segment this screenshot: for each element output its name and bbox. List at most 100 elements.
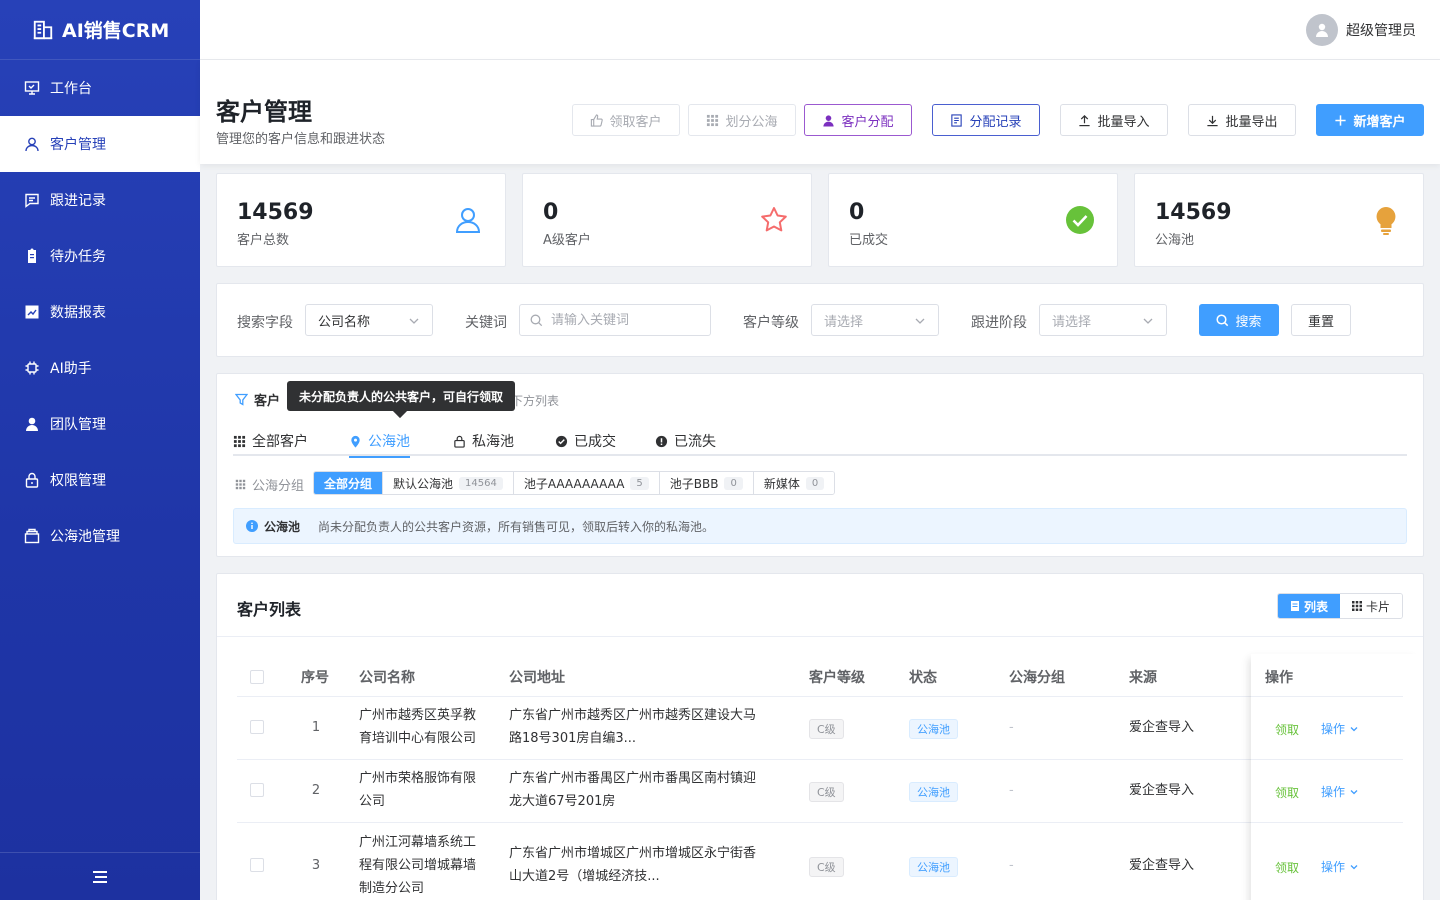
stat-value: 0 [543,200,559,225]
row-divider [237,759,1403,760]
level-tag: C级 [809,857,844,877]
user-menu[interactable]: 超级管理员 [1306,14,1416,46]
lock-icon [24,472,40,488]
row-company[interactable]: 广州市越秀区英孚教 育培训中心有限公司 [359,704,476,750]
sidebar-item-label: 客户管理 [50,137,106,153]
chart-icon [24,304,40,320]
claim-link[interactable]: 领取 [1275,721,1299,738]
row-checkbox[interactable] [250,783,264,797]
group-all[interactable]: 全部分组 [314,472,384,494]
grid-icon [1351,601,1362,611]
column-header-company: 公司名称 [359,670,415,686]
sidebar-item-label: AI助手 [50,361,92,377]
level-select[interactable]: 请选择 [811,304,939,336]
row-index: 3 [311,858,321,873]
group-pool-a[interactable]: 池子AAAAAAAAA 5 [513,472,660,494]
info-icon [246,520,258,532]
row-divider [1251,696,1403,697]
status-tag: 公海池 [909,782,958,802]
sidebar-item-followups[interactable]: 跟进记录 [0,172,200,228]
row-source: 爱企查导入 [1129,720,1195,735]
claim-link[interactable]: 领取 [1275,784,1299,801]
location-pin-icon [351,435,360,448]
level-tag: C级 [809,719,844,739]
tab-closed[interactable]: 已成交 [555,426,616,456]
app-title: AI销售CRM [62,20,170,42]
claim-customer-button[interactable]: 领取客户 [572,104,680,136]
search-field-select[interactable]: 公司名称 [305,304,433,336]
row-checkbox[interactable] [250,858,264,872]
keyword-label: 关键词 [465,315,507,331]
stage-select[interactable]: 请选择 [1039,304,1167,336]
sidebar-collapse-button[interactable] [0,852,200,900]
sidebar-item-label: 工作台 [50,81,92,97]
row-address: 广东省广州市番禺区广州市番禺区南村镇迎 龙大道67号201房 [509,771,757,809]
chevron-down-icon [409,318,419,324]
search-field-label: 搜索字段 [237,315,293,331]
page-title: 客户管理 [216,98,312,126]
row-company[interactable]: 广州江河幕墙系统工 程有限公司增城幕墙 制造分公司 [359,831,476,900]
clipboard-icon [24,248,40,264]
sidebar-item-label: 数据报表 [50,305,106,321]
operations-dropdown[interactable]: 操作 [1321,858,1359,875]
group-count: 0 [724,476,743,490]
tab-public-pool[interactable]: 公海池 [349,426,410,458]
tab-lost[interactable]: 已流失 [655,426,716,456]
stat-card-closed: 0 已成交 [828,173,1118,267]
page-header: 客户管理 管理您的客户信息和跟进状态 领取客户 划分公海 客户分配 分配记录 批… [200,60,1440,164]
tab-private-pool[interactable]: 私海池 [453,426,514,456]
row-divider [237,822,1403,823]
stage-label: 跟进阶段 [971,315,1027,331]
add-customer-button[interactable]: 新增客户 [1316,104,1424,136]
customer-list-panel: 客户列表 列表 卡片 序号 公司名称 公司地址 客户等级 状态 公海分组 来源 … [216,573,1424,900]
status-tag: 公海池 [909,857,958,877]
distribute-customer-button[interactable]: 客户分配 [804,104,912,136]
operations-dropdown[interactable]: 操作 [1321,783,1359,800]
app-logo[interactable]: AI销售CRM [0,0,200,60]
search-icon [1216,313,1229,326]
sidebar-item-pool-management[interactable]: 公海池管理 [0,508,200,564]
group-default[interactable]: 默认公海池 14564 [383,472,514,494]
view-card-button[interactable]: 卡片 [1340,594,1402,618]
sidebar-item-workbench[interactable]: 工作台 [0,60,200,116]
sidebar-item-permissions[interactable]: 权限管理 [0,452,200,508]
search-button[interactable]: 搜索 [1199,304,1279,336]
column-header-status: 状态 [909,670,937,686]
level-label: 客户等级 [743,315,799,331]
sidebar-item-team[interactable]: 团队管理 [0,396,200,452]
select-all-checkbox[interactable] [250,670,264,684]
distribution-records-button[interactable]: 分配记录 [932,104,1040,136]
sidebar: AI销售CRM 工作台 客户管理 跟进记录 待办任务 数据报表 AI助手 团队管… [0,0,200,900]
chevron-down-icon [1350,789,1358,794]
row-company[interactable]: 广州市荣格服饰有限 公司 [359,767,476,813]
batch-import-button[interactable]: 批量导入 [1060,104,1168,136]
operations-dropdown[interactable]: 操作 [1321,720,1359,737]
view-list-button[interactable]: 列表 [1278,594,1340,618]
column-header-level: 客户等级 [809,670,865,686]
fixed-actions-column: 操作 领取 操作 领取 操作 领取 操作 [1251,654,1423,900]
batch-export-button[interactable]: 批量导出 [1188,104,1296,136]
lightbulb-icon [1376,207,1396,235]
assign-pool-button[interactable]: 划分公海 [688,104,796,136]
sidebar-item-reports[interactable]: 数据报表 [0,284,200,340]
sidebar-item-tasks[interactable]: 待办任务 [0,228,200,284]
status-tag: 公海池 [909,719,958,739]
claim-link[interactable]: 领取 [1275,859,1299,876]
group-count: 5 [630,476,649,490]
row-checkbox[interactable] [250,720,264,734]
grid-icon [235,479,246,490]
row-source: 爱企查导入 [1129,858,1195,873]
reset-button[interactable]: 重置 [1291,304,1351,336]
stat-label: 公海池 [1155,233,1195,248]
pool-tabs: 全部客户 公海池 私海池 已成交 已流失 [233,424,1407,458]
sidebar-item-ai-assistant[interactable]: AI助手 [0,340,200,396]
keyword-input[interactable] [551,312,701,328]
sidebar-item-customers[interactable]: 客户管理 [0,116,200,172]
view-toggle: 列表 卡片 [1277,593,1403,619]
column-header-actions: 操作 [1265,670,1293,686]
tab-all-customers[interactable]: 全部客户 [233,426,308,456]
group-new-media[interactable]: 新媒体 0 [753,472,835,494]
column-header-index: 序号 [301,670,329,686]
row-source: 爱企查导入 [1129,783,1195,798]
group-pool-b[interactable]: 池子BBB 0 [659,472,754,494]
